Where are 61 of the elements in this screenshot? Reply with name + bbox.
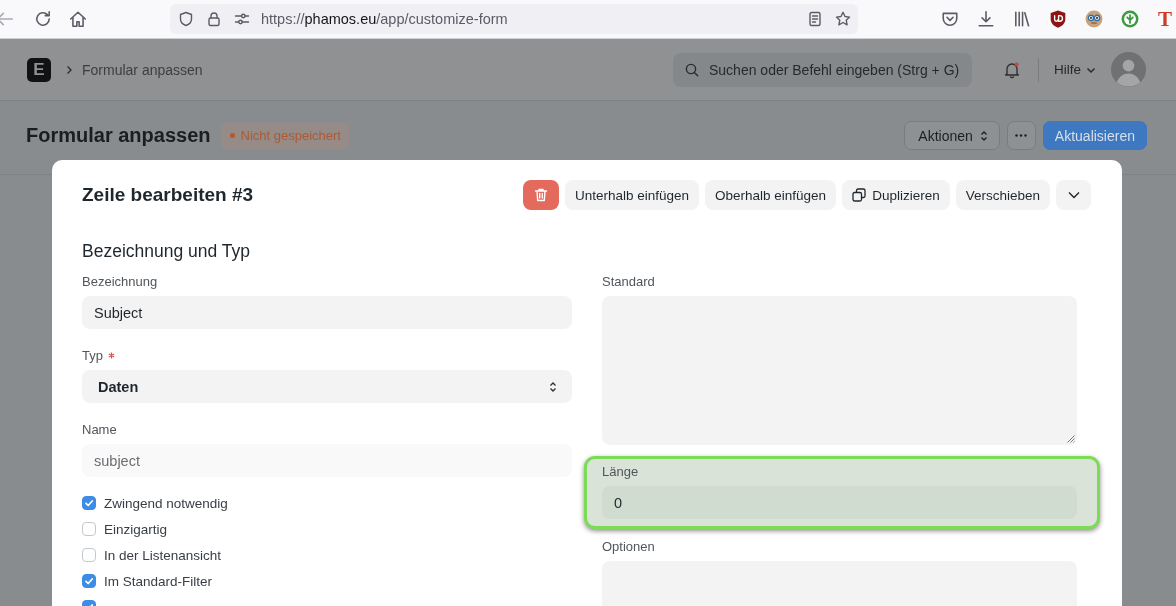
field-label: Optionen: [602, 538, 655, 554]
home-icon[interactable]: [69, 10, 87, 28]
notification-bell-icon[interactable]: [1003, 60, 1021, 79]
field-label: Name: [82, 421, 117, 437]
checkbox[interactable]: [82, 496, 96, 510]
checkbox[interactable]: [82, 522, 96, 536]
checkbox-label: In der Listenansicht: [104, 547, 222, 563]
user-avatar[interactable]: [1111, 52, 1146, 87]
select-field[interactable]: Daten: [82, 370, 572, 403]
chevron-updown-icon: [979, 129, 988, 142]
bookmark-star-icon[interactable]: [835, 11, 851, 27]
back-arrow-icon[interactable]: [0, 10, 14, 28]
library-icon[interactable]: [1013, 10, 1031, 28]
action-button[interactable]: Unterhalb einfügen: [564, 180, 700, 210]
help-menu-button[interactable]: Hilfe: [1054, 62, 1096, 77]
actions-button[interactable]: Aktionen: [904, 121, 1000, 150]
action-button[interactable]: Oberhalb einfügen: [705, 180, 837, 210]
checkbox-label: Zwingend notwendig: [104, 495, 228, 511]
page-title: Formular anpassen: [26, 124, 211, 147]
input-field[interactable]: Subject: [82, 296, 572, 329]
duplicate-button[interactable]: Duplizieren: [842, 180, 950, 210]
action-button[interactable]: Verschieben: [955, 180, 1050, 210]
address-bar[interactable]: https://phamos.eu/app/customize-form: [170, 4, 858, 34]
shield-extension-icon[interactable]: [1049, 10, 1067, 28]
checkbox[interactable]: [82, 548, 96, 562]
chevron-updown-icon: [549, 380, 557, 393]
reload-icon[interactable]: [34, 10, 52, 28]
search-icon: [685, 62, 699, 77]
chevron-down-icon: [1067, 191, 1080, 199]
checkbox[interactable]: [82, 574, 96, 588]
input-field[interactable]: 0: [602, 486, 1077, 519]
field-label: Typ: [82, 347, 103, 363]
extension-button[interactable]: T: [1157, 7, 1173, 31]
section-title: Bezeichnung und Typ: [82, 240, 251, 263]
field-label: Länge: [602, 463, 639, 479]
status-label: Nicht gespeichert: [240, 128, 341, 143]
search-field[interactable]: Suchen oder Befehl eingeben (Strg + G): [673, 52, 972, 87]
circle-extension-icon[interactable]: [1121, 10, 1139, 28]
field-label: Bezeichnung: [82, 273, 158, 289]
reader-view-icon[interactable]: [807, 11, 823, 27]
download-icon[interactable]: [977, 10, 995, 28]
pocket-icon[interactable]: [941, 10, 959, 28]
sliders-icon[interactable]: [234, 11, 250, 27]
dialog-title: Zeile bearbeiten #3: [82, 184, 255, 206]
delete-button[interactable]: [522, 180, 559, 210]
input-field[interactable]: subject: [82, 444, 572, 477]
textarea-field[interactable]: [602, 296, 1077, 445]
checkbox-label: Einzigartig: [104, 521, 168, 537]
checkbox-label: Im Standard-Filter: [104, 573, 213, 589]
status-dot-icon: [229, 133, 235, 138]
app-logo[interactable]: E: [27, 57, 51, 82]
face-extension-icon[interactable]: [1085, 10, 1103, 28]
resize-handle-icon[interactable]: [1065, 433, 1075, 443]
lock-icon[interactable]: [206, 11, 222, 27]
trash-icon: [532, 187, 549, 203]
address-text[interactable]: https://phamos.eu/app/customize-form: [261, 11, 508, 27]
copy-icon: [852, 188, 867, 202]
more-icon: [1015, 134, 1028, 137]
shield-icon[interactable]: [178, 11, 194, 27]
chevron-right-icon: [64, 64, 74, 75]
field-label: Standard: [602, 273, 655, 289]
